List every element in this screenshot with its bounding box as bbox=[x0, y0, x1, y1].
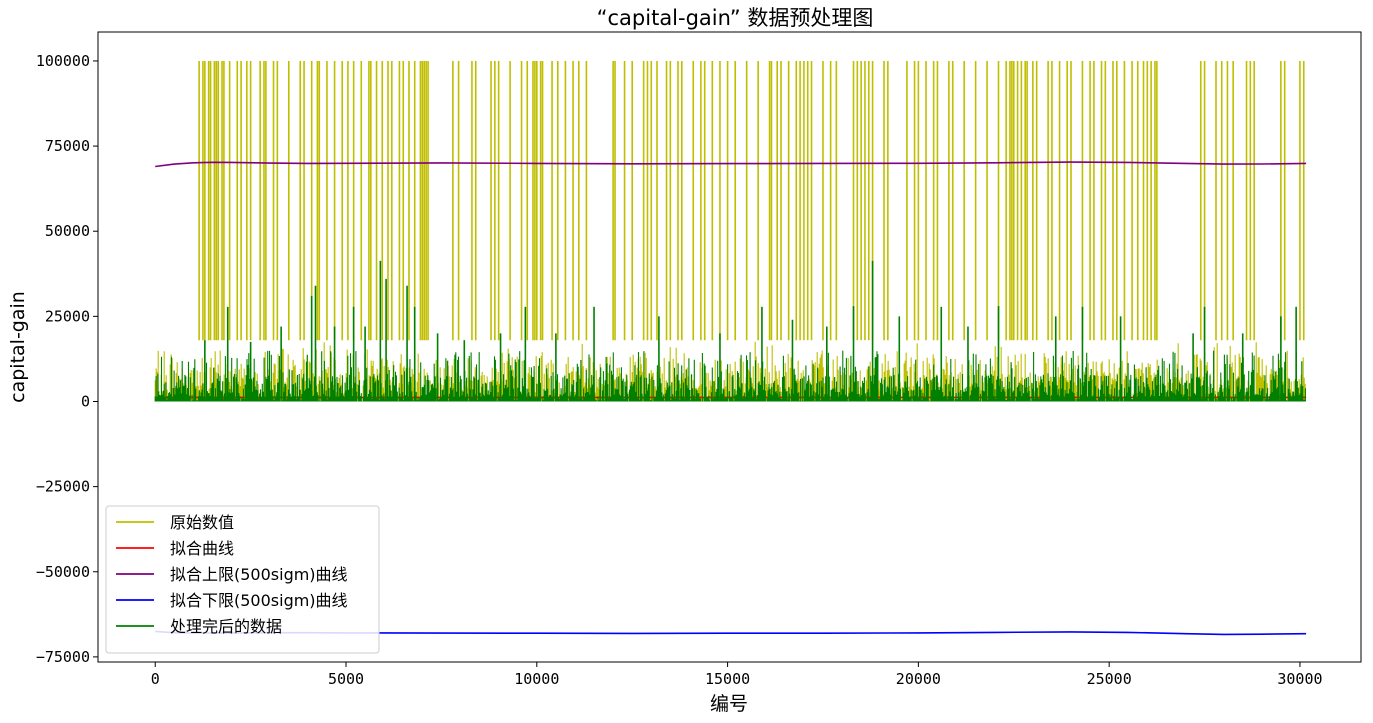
y-tick-label-1: 75000 bbox=[45, 137, 90, 155]
x-tick-label-6: 30000 bbox=[1277, 670, 1322, 688]
x-axis-label: 编号 bbox=[710, 693, 748, 715]
y-tick-label-4: 0 bbox=[81, 392, 90, 410]
chart-title: “capital-gain” 数据预处理图 bbox=[597, 6, 874, 30]
legend-label-2: 拟合上限(500sigm)曲线 bbox=[170, 565, 348, 584]
y-tick-label-0: 100000 bbox=[36, 52, 90, 70]
y-tick-label-3: 25000 bbox=[45, 307, 90, 325]
y-tick-label-2: 50000 bbox=[45, 222, 90, 240]
y-tick-label-7: −75000 bbox=[36, 648, 90, 666]
legend-label-3: 拟合下限(500sigm)曲线 bbox=[170, 591, 348, 610]
legend-label-0: 原始数值 bbox=[170, 513, 234, 532]
chart: “capital-gain” 数据预处理图 0 5000 10000 15000 200… bbox=[0, 0, 1373, 723]
legend-label-1: 拟合曲线 bbox=[170, 539, 234, 558]
x-tick-label-5: 25000 bbox=[1087, 670, 1132, 688]
y-axis-label: capital-gain bbox=[7, 291, 29, 403]
y-tick-label-6: −50000 bbox=[36, 563, 90, 581]
y-tick-label-5: −25000 bbox=[36, 478, 90, 496]
x-tick-label-2: 10000 bbox=[514, 670, 559, 688]
x-tick-label-0: 0 bbox=[151, 670, 160, 688]
x-tick-label-4: 20000 bbox=[896, 670, 941, 688]
x-tick-label-3: 15000 bbox=[705, 670, 750, 688]
legend-label-4: 处理完后的数据 bbox=[170, 617, 282, 636]
legend: 原始数值拟合曲线拟合上限(500sigm)曲线拟合下限(500sigm)曲线处理… bbox=[105, 505, 380, 654]
x-tick-label-1: 5000 bbox=[328, 670, 364, 688]
